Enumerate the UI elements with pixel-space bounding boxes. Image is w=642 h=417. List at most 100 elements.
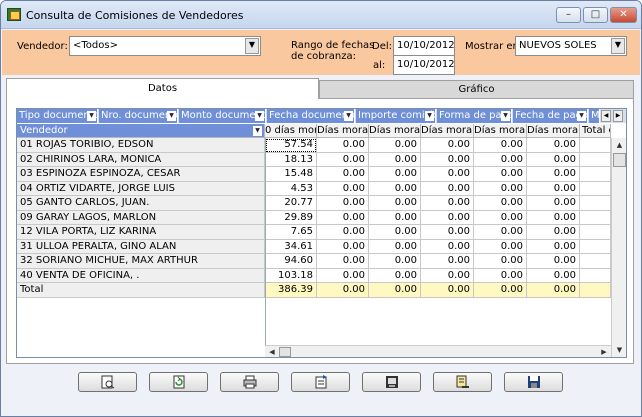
value-cell[interactable]: 94.60 — [265, 254, 317, 269]
value-cell[interactable]: 18.13 — [265, 152, 317, 167]
value-cell[interactable]: 0.00 — [369, 239, 421, 254]
horizontal-scrollbar[interactable]: ◀ ▶ — [265, 345, 611, 357]
table-row[interactable]: 02 CHIRINOS LARA, MONICA 18.13 0.00 0.00 0.0… — [17, 152, 626, 167]
value-cell[interactable]: 0.00 — [421, 152, 474, 167]
vendedor-name-cell[interactable]: 01 ROJAS TORIBIO, EDSON — [17, 138, 265, 153]
value-cell[interactable]: 0.00 — [317, 268, 369, 283]
value-cell[interactable]: 0.00 — [527, 167, 580, 182]
table-row[interactable]: 05 GANTO CARLOS, JUAN. 20.77 0.00 0.00 0.00 0… — [17, 196, 626, 211]
view-button[interactable] — [362, 372, 421, 392]
value-cell[interactable]: 0.00 — [369, 283, 421, 298]
total-label[interactable]: Total — [17, 283, 265, 298]
value-cell[interactable]: 0.00 — [369, 167, 421, 182]
value-cell[interactable]: 20.77 — [265, 196, 317, 211]
value-cell[interactable]: 0.00 — [527, 196, 580, 211]
del-date-field[interactable]: 10/10/2012 — [393, 36, 455, 56]
table-row[interactable]: 03 ESPINOZA ESPINOZA, CESAR 15.48 0.00 0.00… — [17, 167, 626, 182]
al-date-field[interactable]: 10/10/2012 — [393, 55, 455, 75]
vendedor-name-cell[interactable]: 04 ORTIZ VIDARTE, JORGE LUIS — [17, 181, 265, 196]
value-cell[interactable]: 0.00 — [421, 167, 474, 182]
value-cell[interactable]: 57.54 — [265, 138, 317, 153]
value-cell[interactable]: 0.00 — [527, 225, 580, 240]
group-field-nro-documento[interactable]: Nro. documento ▼ — [99, 109, 178, 123]
scroll-left-icon[interactable]: ◀ — [266, 346, 278, 357]
table-row[interactable]: 09 GARAY LAGOS, MARLON 29.89 0.00 0.00 0.00 0… — [17, 210, 626, 225]
scroll-left-icon[interactable]: ◀ — [601, 110, 611, 122]
value-cell[interactable] — [580, 152, 611, 167]
vertical-scrollbar[interactable]: ▲ ▼ — [611, 138, 626, 357]
value-cell[interactable]: 0.00 — [474, 268, 527, 283]
group-field-fecha-de-pago[interactable]: Fecha de pago ▼ — [513, 109, 588, 123]
value-cell[interactable]: 0.00 — [317, 196, 369, 211]
value-cell[interactable] — [580, 167, 611, 182]
value-cell[interactable]: 0.00 — [527, 254, 580, 269]
group-field-monto-documento[interactable]: Monto documento ▼ — [179, 109, 266, 123]
value-cell[interactable]: 0.00 — [317, 239, 369, 254]
close-button[interactable]: ✕ — [610, 7, 637, 23]
value-cell[interactable] — [580, 254, 611, 269]
column-header[interactable]: Días mora 2 — [369, 124, 421, 138]
value-cell[interactable] — [580, 268, 611, 283]
vendedor-name-cell[interactable]: 32 SORIANO MICHUE, MAX ARTHUR — [17, 254, 265, 269]
value-cell[interactable]: 0.00 — [369, 210, 421, 225]
value-cell[interactable]: 0.00 — [421, 181, 474, 196]
value-cell[interactable]: 0.00 — [317, 254, 369, 269]
tab-grafico[interactable]: Gráfico — [319, 80, 634, 99]
value-cell[interactable]: 29.89 — [265, 210, 317, 225]
value-cell[interactable]: 0.00 — [474, 181, 527, 196]
value-cell[interactable]: 0.00 — [317, 225, 369, 240]
column-header[interactable]: Días mora 3 — [421, 124, 474, 138]
value-cell[interactable] — [580, 181, 611, 196]
group-field-fecha-documento[interactable]: Fecha documento ▼ — [267, 109, 355, 123]
scroll-right-icon[interactable]: ▶ — [613, 110, 623, 122]
scroll-right-icon[interactable]: ▶ — [598, 346, 610, 357]
group-field-m[interactable]: M — [589, 109, 600, 123]
column-header[interactable]: Días mora 5 — [527, 124, 580, 138]
maximize-button[interactable]: □ — [583, 7, 608, 23]
tab-datos[interactable]: Datos — [6, 78, 319, 101]
value-cell[interactable]: 0.00 — [317, 210, 369, 225]
value-cell[interactable]: 0.00 — [527, 283, 580, 298]
value-cell[interactable] — [580, 196, 611, 211]
value-cell[interactable]: 0.00 — [527, 210, 580, 225]
scroll-thumb[interactable] — [613, 153, 626, 167]
value-cell[interactable]: 0.00 — [421, 268, 474, 283]
vendedor-select[interactable]: <Todos> ▼ — [69, 36, 261, 56]
value-cell[interactable]: 15.48 — [265, 167, 317, 182]
table-row[interactable]: 04 ORTIZ VIDARTE, JORGE LUIS 4.53 0.00 0.00… — [17, 181, 626, 196]
table-row[interactable]: 01 ROJAS TORIBIO, EDSON 57.54 0.00 0.00 0.00… — [17, 138, 626, 153]
value-cell[interactable]: 0.00 — [527, 138, 580, 153]
value-cell[interactable]: 0.00 — [474, 210, 527, 225]
print-button[interactable] — [220, 372, 279, 392]
chevron-down-icon[interactable]: ▼ — [611, 38, 625, 54]
vendedor-name-cell[interactable]: 31 ULLOA PERALTA, GINO ALAN — [17, 239, 265, 254]
value-cell[interactable]: 0.00 — [474, 254, 527, 269]
value-cell[interactable] — [580, 283, 611, 298]
value-cell[interactable]: 0.00 — [317, 138, 369, 153]
vendedor-header[interactable]: Vendedor ▼ — [17, 124, 265, 138]
vendedor-name-cell[interactable]: 02 CHIRINOS LARA, MONICA — [17, 152, 265, 167]
group-field-forma-de-pago[interactable]: Forma de pago ▼ — [437, 109, 512, 123]
value-cell[interactable]: 0.00 — [527, 152, 580, 167]
value-cell[interactable] — [580, 225, 611, 240]
value-cell[interactable]: 0.00 — [317, 181, 369, 196]
table-row[interactable]: 31 ULLOA PERALTA, GINO ALAN 34.61 0.00 0.00… — [17, 239, 626, 254]
column-header[interactable]: Días mora 4 — [474, 124, 527, 138]
table-row[interactable]: 12 VILA PORTA, LIZ KARINA 7.65 0.00 0.00 0.0… — [17, 225, 626, 240]
group-field-importe-comision[interactable]: Importe comisión▼ — [356, 109, 436, 123]
value-cell[interactable]: 0.00 — [474, 152, 527, 167]
value-cell[interactable]: 386.39 — [265, 283, 317, 298]
value-cell[interactable]: 0.00 — [369, 152, 421, 167]
value-cell[interactable] — [580, 138, 611, 153]
export-button[interactable] — [291, 372, 350, 392]
value-cell[interactable]: 7.65 — [265, 225, 317, 240]
value-cell[interactable]: 0.00 — [421, 225, 474, 240]
value-cell[interactable]: 0.00 — [317, 167, 369, 182]
scroll-up-icon[interactable]: ▲ — [613, 139, 626, 151]
value-cell[interactable]: 0.00 — [369, 268, 421, 283]
value-cell[interactable]: 0.00 — [421, 138, 474, 153]
value-cell[interactable]: 0.00 — [421, 239, 474, 254]
value-cell[interactable]: 0.00 — [369, 254, 421, 269]
value-cell[interactable]: 0.00 — [527, 239, 580, 254]
column-header[interactable]: Días mora 1 — [317, 124, 369, 138]
